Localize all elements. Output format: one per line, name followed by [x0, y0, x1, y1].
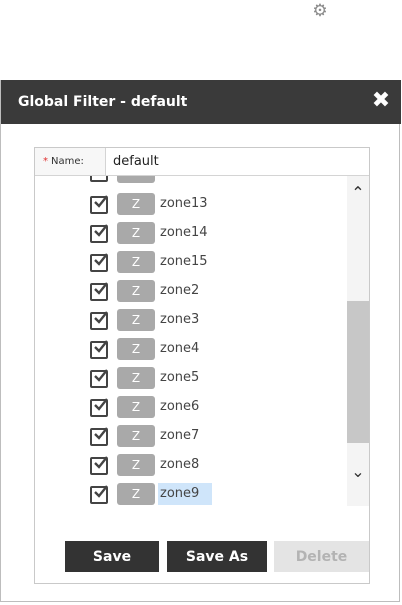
name-input[interactable] [107, 149, 373, 173]
list-item[interactable]: Zzone14 [35, 221, 347, 249]
list-scrollbar[interactable]: ⌃ ⌄ [347, 176, 369, 506]
zone-name: zone2 [160, 283, 200, 298]
required-mark: * [43, 156, 48, 167]
checkbox[interactable] [90, 224, 108, 243]
zone-name: zone15 [160, 254, 208, 269]
zone-badge: Z [117, 193, 155, 215]
scrollbar-thumb[interactable] [347, 301, 369, 443]
zone-name: zone14 [160, 225, 208, 240]
checkbox[interactable] [90, 195, 108, 214]
zone-name: zone9 [158, 483, 212, 505]
chevron-up-icon[interactable]: ⌃ [347, 182, 369, 204]
zone-name: zone4 [160, 341, 200, 356]
list-item[interactable]: Zzone2 [35, 279, 347, 307]
checkbox[interactable] [90, 369, 108, 388]
zone-badge: Z [117, 483, 155, 505]
zone-name: zone6 [160, 399, 200, 414]
list-item[interactable]: Zzone8 [35, 453, 347, 481]
checkbox[interactable] [90, 456, 108, 475]
list-item[interactable]: Zzone6 [35, 395, 347, 423]
checkbox[interactable] [90, 176, 108, 182]
close-icon[interactable]: ✖ [369, 89, 393, 113]
list-item[interactable]: Zzone3 [35, 308, 347, 336]
zone-name: zone3 [160, 312, 200, 327]
list-item[interactable]: Zzone15 [35, 250, 347, 278]
dialog-titlebar: Global Filter - default ✖ [1, 80, 401, 124]
zone-badge: Z [117, 309, 155, 331]
dialog-title: Global Filter - default [18, 94, 188, 110]
list-item[interactable]: Zzone9 [35, 482, 347, 506]
checkbox[interactable] [90, 485, 108, 504]
list-item[interactable]: Zzone7 [35, 424, 347, 452]
checkbox[interactable] [90, 340, 108, 359]
name-label: * Name: [35, 148, 106, 175]
zone-name: zone7 [160, 428, 200, 443]
save-button[interactable]: Save [65, 541, 159, 572]
zone-badge: Z [117, 280, 155, 302]
filter-panel: *Name: ZZzone13Zzone14Zzone15Zzone2Zzone… [34, 147, 373, 584]
gear-icon[interactable]: ⚙ [311, 2, 329, 20]
zone-badge: Z [117, 176, 155, 183]
list-item[interactable]: Zzone5 [35, 366, 347, 394]
save-as-button[interactable]: Save As [167, 541, 267, 572]
checkbox[interactable] [90, 427, 108, 446]
name-row: * Name: [35, 148, 373, 176]
zone-badge: Z [117, 251, 155, 273]
list-item[interactable]: Zzone4 [35, 337, 347, 365]
zone-name: zone5 [160, 370, 200, 385]
zone-badge: Z [117, 454, 155, 476]
name-label-text: Name: [51, 156, 84, 167]
zone-badge: Z [117, 396, 155, 418]
checkbox[interactable] [90, 282, 108, 301]
zone-name: zone8 [160, 457, 200, 472]
global-filter-dialog: Global Filter - default ✖ *Name: ZZzone1… [0, 80, 401, 602]
delete-button[interactable]: Delete [274, 541, 369, 572]
list-item[interactable]: Z [35, 176, 347, 188]
checkbox[interactable] [90, 253, 108, 272]
zone-badge: Z [117, 425, 155, 447]
zone-name: zone13 [160, 196, 208, 211]
zone-badge: Z [117, 367, 155, 389]
checkbox[interactable] [90, 311, 108, 330]
chevron-down-icon[interactable]: ⌄ [347, 461, 369, 483]
zone-list: ZZzone13Zzone14Zzone15Zzone2Zzone3Zzone4… [35, 176, 347, 506]
list-item[interactable]: Zzone13 [35, 192, 347, 220]
zone-badge: Z [117, 222, 155, 244]
checkbox[interactable] [90, 398, 108, 417]
zone-badge: Z [117, 338, 155, 360]
